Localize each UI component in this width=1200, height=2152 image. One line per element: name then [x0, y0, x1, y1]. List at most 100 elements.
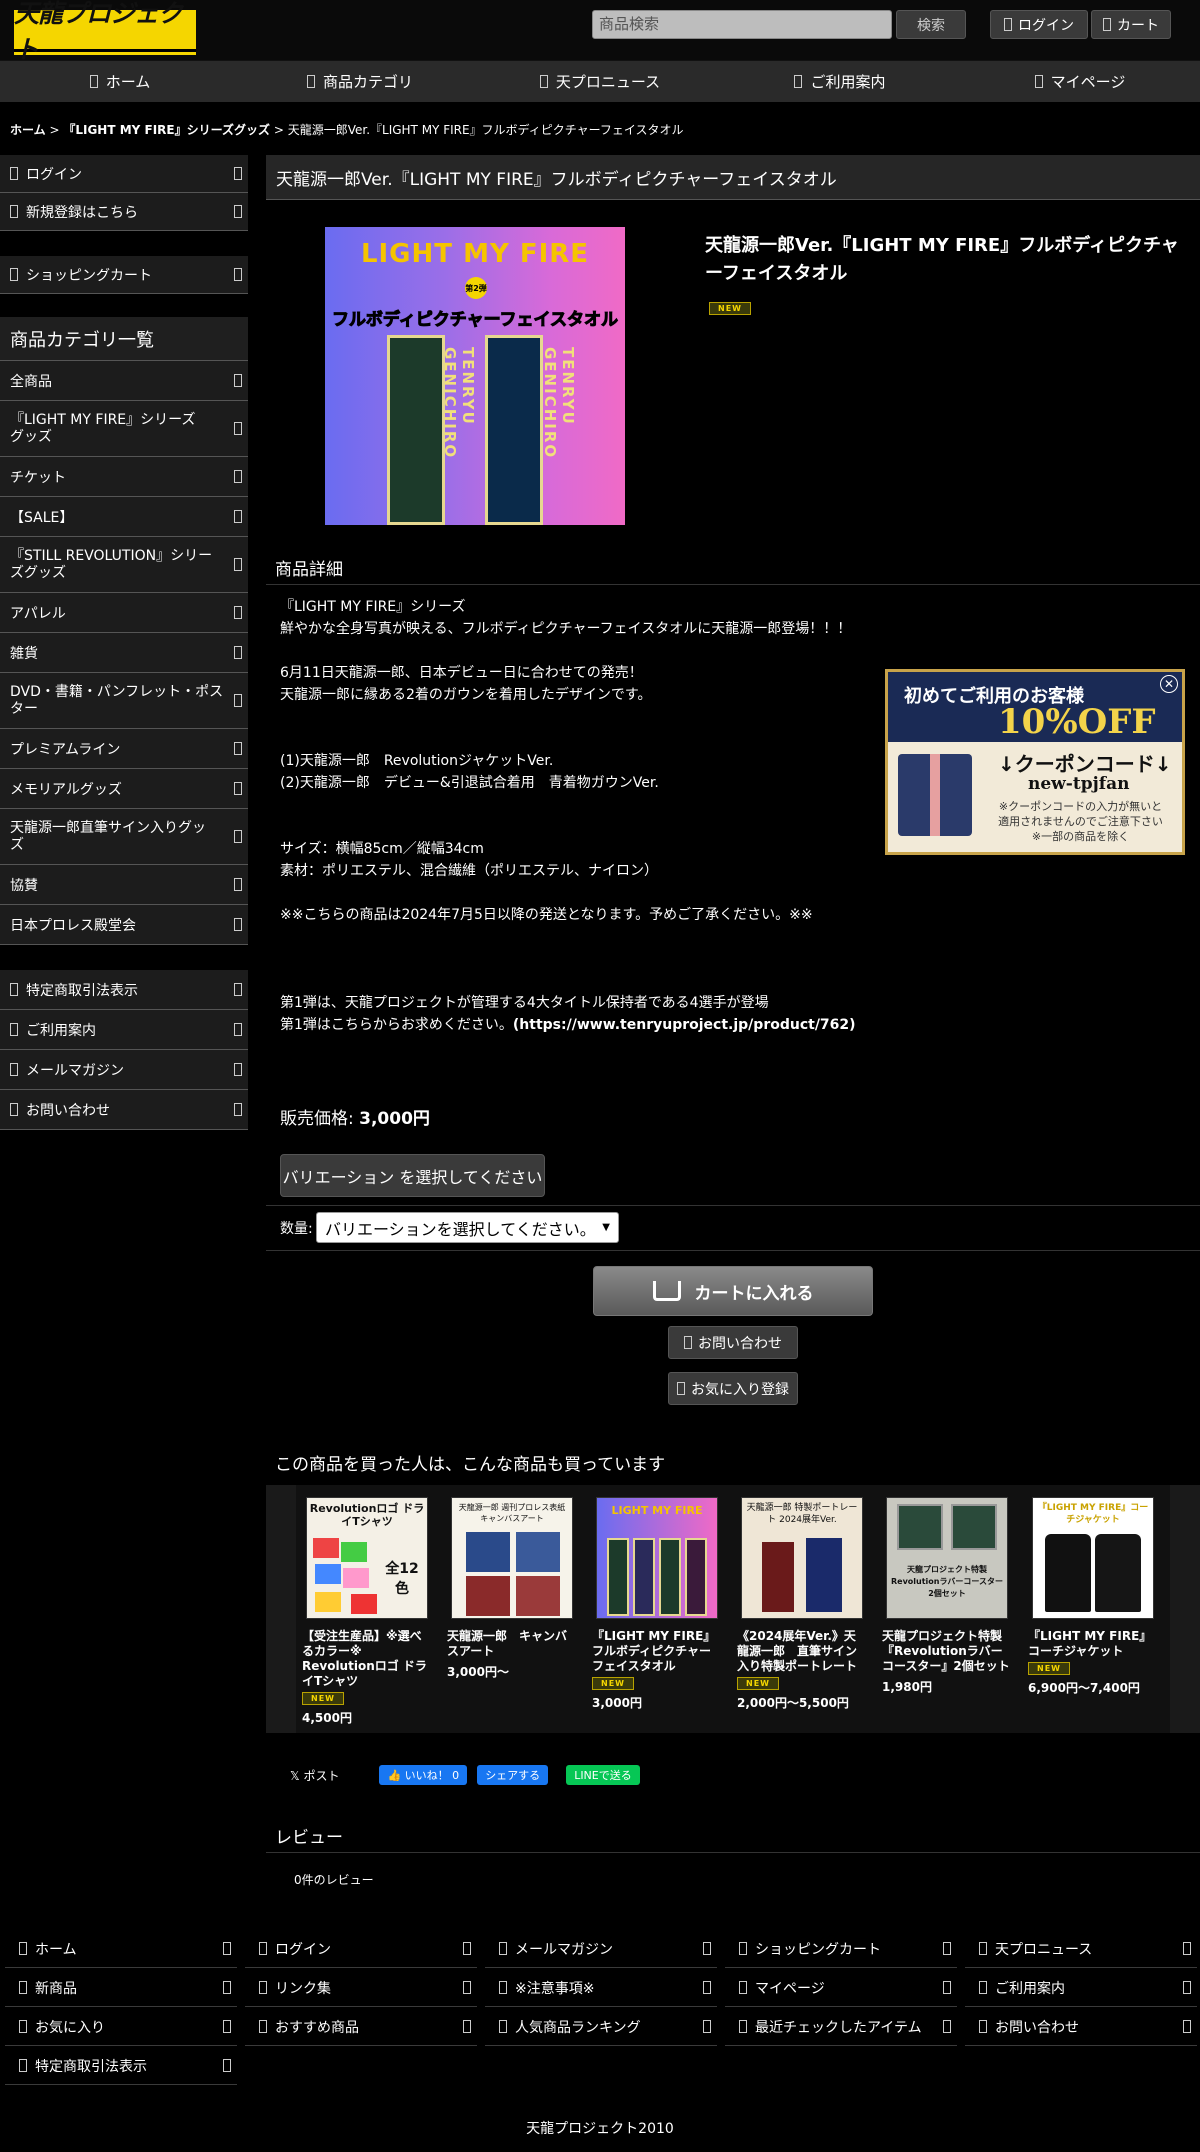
- ranking-icon: [499, 2020, 507, 2033]
- login-button[interactable]: ログイン: [990, 10, 1088, 39]
- category-icon: [306, 75, 315, 88]
- add-to-cart-button[interactable]: カートに入れる: [593, 1266, 873, 1316]
- breadcrumb: ホーム > 『LIGHT MY FIRE』シリーズグッズ > 天龍源一郎Ver.…: [10, 123, 684, 137]
- global-nav: ホーム 商品カテゴリ 天プロニュース ご利用案内 マイページ: [0, 60, 1200, 102]
- document-icon: [10, 983, 18, 996]
- new-badge: NEW: [592, 1677, 634, 1690]
- sidebar-register[interactable]: 新規登録はこちら: [0, 193, 248, 231]
- gnav-guide[interactable]: ご利用案内: [720, 61, 960, 102]
- chevron-right-icon: [703, 1942, 711, 1955]
- category-item[interactable]: 雑貨: [0, 633, 248, 673]
- rec-item[interactable]: 天龍源一郎 特製ポートレート 2024展年Ver. 《2024展年Ver.》天龍…: [737, 1497, 867, 1711]
- footer-link[interactable]: 最近チェックしたアイテム: [725, 2008, 957, 2046]
- footer-link[interactable]: 人気商品ランキング: [485, 2008, 717, 2046]
- user-icon: [1004, 18, 1012, 31]
- footer-link[interactable]: メールマガジン: [485, 1930, 717, 1968]
- category-item[interactable]: アパレル: [0, 593, 248, 633]
- rec-image: 天龍源一郎 特製ポートレート 2024展年Ver.: [741, 1497, 863, 1619]
- footer-link[interactable]: ご利用案内: [965, 1969, 1197, 2007]
- rec-item[interactable]: LIGHT MY FIRE 『LIGHT MY FIRE』フルボディピクチャーフ…: [592, 1497, 722, 1711]
- footer-link[interactable]: お気に入り: [5, 2008, 237, 2046]
- fb-share-button[interactable]: シェアする: [477, 1765, 549, 1785]
- category-item[interactable]: DVD・書籍・パンフレット・ポスター: [0, 673, 248, 729]
- new-badge: NEW: [1028, 1662, 1070, 1675]
- product-name: 天龍源一郎Ver.『LIGHT MY FIRE』フルボディピクチャーフェイスタオ…: [705, 235, 1179, 284]
- sidebar: ログイン 新規登録はこちら ショッピングカート 商品カテゴリ一覧 全商品 『LI…: [0, 155, 250, 1130]
- footer-link[interactable]: お問い合わせ: [965, 2008, 1197, 2046]
- category-item[interactable]: プレミアムライン: [0, 729, 248, 769]
- carousel-prev[interactable]: [266, 1485, 296, 1733]
- contact-button[interactable]: お問い合わせ: [668, 1326, 798, 1359]
- category-item[interactable]: 全商品: [0, 361, 248, 401]
- category-item[interactable]: 協賛: [0, 865, 248, 905]
- mail-icon: [10, 1063, 18, 1076]
- user-icon: [10, 167, 18, 180]
- rec-item[interactable]: Revolutionロゴ ドライTシャツ 全12色 【受注生産品】※選べるカラー…: [302, 1497, 432, 1726]
- chevron-right-icon: [234, 918, 242, 931]
- category-item[interactable]: 日本プロレス殿堂会: [0, 905, 248, 945]
- category-item[interactable]: チケット: [0, 457, 248, 497]
- gnav-categories[interactable]: 商品カテゴリ: [240, 61, 480, 102]
- gnav-mypage[interactable]: マイページ: [960, 61, 1200, 102]
- product-description: 『LIGHT MY FIRE』シリーズ 鮮やかな全身写真が映える、フルボディピク…: [280, 599, 856, 1033]
- search-input[interactable]: [592, 10, 892, 39]
- sidebar-login[interactable]: ログイン: [0, 155, 248, 193]
- rec-item[interactable]: 天龍プロジェクト特製 Revolutionラバーコースター 2個セット 天龍プロ…: [882, 1497, 1012, 1695]
- footer-link[interactable]: 新商品: [5, 1969, 237, 2007]
- carousel-next[interactable]: [1170, 1485, 1200, 1733]
- sidebar-mailmag[interactable]: メールマガジン: [0, 1050, 248, 1090]
- breadcrumb-category[interactable]: 『LIGHT MY FIRE』シリーズグッズ: [63, 123, 270, 137]
- footer-link[interactable]: ショッピングカート: [725, 1930, 957, 1968]
- sidebar-contact[interactable]: お問い合わせ: [0, 1090, 248, 1130]
- footer-link[interactable]: ※注意事項※: [485, 1969, 717, 2007]
- footer-link[interactable]: リンク集: [245, 1969, 477, 2007]
- x-post-button[interactable]: 𝕏 ポスト: [290, 1767, 339, 1784]
- rec-item[interactable]: 『LIGHT MY FIRE』コーチジャケット 『LIGHT MY FIRE』コ…: [1028, 1497, 1158, 1696]
- footer-link[interactable]: おすすめ商品: [245, 2008, 477, 2046]
- search-button[interactable]: 検索: [896, 10, 966, 39]
- chevron-right-icon: [234, 167, 242, 180]
- gnav-home[interactable]: ホーム: [0, 61, 240, 102]
- chevron-right-icon: [703, 1981, 711, 1994]
- sidebar-cart[interactable]: ショッピングカート: [0, 256, 248, 294]
- chevron-right-icon: [234, 268, 242, 281]
- sidebar-guide[interactable]: ご利用案内: [0, 1010, 248, 1050]
- coupon-banner[interactable]: 初めてご利用のお客様 10%OFF ✕ ↓クーポンコード↓ new-tpjfan…: [885, 669, 1185, 855]
- category-item[interactable]: メモリアルグッズ: [0, 769, 248, 809]
- footer-link[interactable]: 天プロニュース: [965, 1930, 1197, 1968]
- gnav-news[interactable]: 天プロニュース: [480, 61, 720, 102]
- star-icon: [259, 2020, 267, 2033]
- product-image[interactable]: LIGHT MY FIRE 第2弾 フルボディピクチャーフェイスタオル TENR…: [325, 227, 625, 525]
- chevron-right-icon: [943, 2020, 951, 2033]
- variation-button[interactable]: バリエーション を選択してください: [280, 1154, 545, 1197]
- close-icon[interactable]: ✕: [1160, 675, 1178, 693]
- guide-icon: [794, 75, 803, 88]
- category-item[interactable]: 【SALE】: [0, 497, 248, 537]
- footer-link[interactable]: マイページ: [725, 1969, 957, 2007]
- fb-like-button[interactable]: 👍 いいね！ 0: [379, 1765, 468, 1785]
- chevron-right-icon: [234, 558, 242, 571]
- product-link[interactable]: (https://www.tenryuproject.jp/product/76…: [513, 1017, 856, 1033]
- review-heading: レビュー: [275, 1828, 343, 1848]
- category-item[interactable]: 『STILL REVOLUTION』シリーズグッズ: [0, 537, 248, 593]
- category-item[interactable]: 『LIGHT MY FIRE』シリーズグッズ: [0, 401, 248, 457]
- footer-link[interactable]: 特定商取引法表示: [5, 2047, 237, 2085]
- rec-image: 『LIGHT MY FIRE』コーチジャケット: [1032, 1497, 1154, 1619]
- footer-link[interactable]: ホーム: [5, 1930, 237, 1968]
- quantity-select[interactable]: バリエーションを選択してください。 ▼: [316, 1212, 619, 1243]
- contact-icon: [979, 2020, 987, 2033]
- chevron-right-icon: [943, 1942, 951, 1955]
- register-icon: [10, 205, 18, 218]
- favorite-button[interactable]: お気に入り登録: [668, 1372, 798, 1405]
- footer-link[interactable]: ログイン: [245, 1930, 477, 1968]
- also-bought-heading: この商品を買った人は、こんな商品も買っています: [275, 1455, 666, 1475]
- chevron-right-icon: [1183, 1981, 1191, 1994]
- line-share-button[interactable]: LINEで送る: [566, 1765, 640, 1785]
- breadcrumb-home[interactable]: ホーム: [10, 123, 46, 137]
- cart-button[interactable]: カート: [1091, 10, 1171, 39]
- rec-item[interactable]: 天龍源一郎 週刊プロレス表紙キャンバスアート 天龍源一郎 キャンバスアート 3,…: [447, 1497, 577, 1680]
- chevron-right-icon: [234, 983, 242, 996]
- site-logo[interactable]: 天龍プロジェクト: [14, 0, 196, 64]
- category-item[interactable]: 天龍源一郎直筆サイン入りグッズ: [0, 809, 248, 865]
- sidebar-tokutei[interactable]: 特定商取引法表示: [0, 970, 248, 1010]
